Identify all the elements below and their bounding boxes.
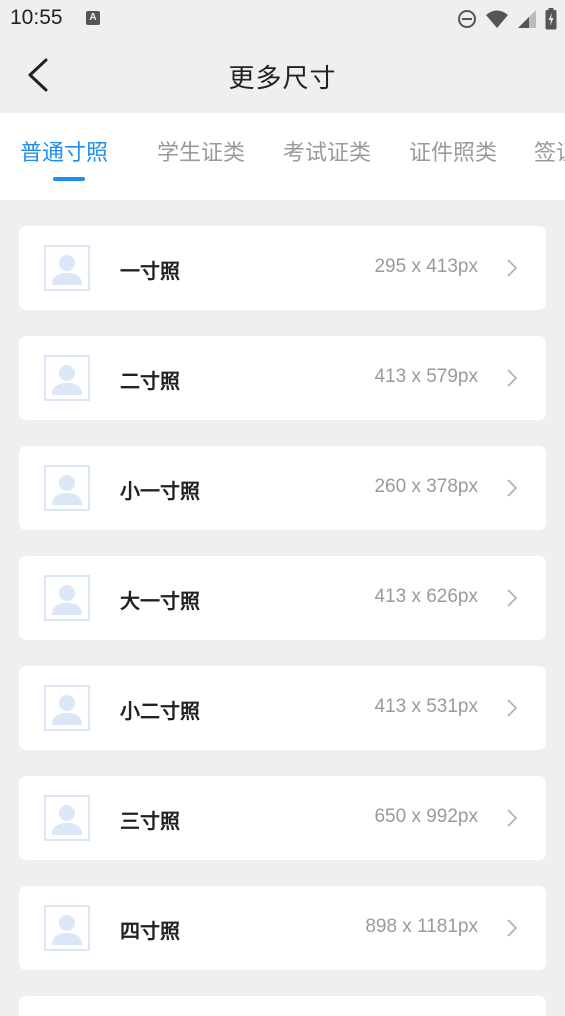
chevron-right-icon [506, 808, 518, 828]
chevron-right-icon [506, 588, 518, 608]
size-name: 大一寸照 [120, 589, 200, 613]
size-dimensions: 413 x 579px [374, 366, 478, 387]
size-dimensions: 650 x 992px [374, 806, 478, 827]
status-icons [457, 8, 557, 30]
size-dimensions: 295 x 413px [374, 256, 478, 277]
size-dimensions: 413 x 531px [374, 696, 478, 717]
portrait-placeholder-icon [44, 575, 90, 621]
wifi-icon [485, 9, 509, 29]
size-name: 小二寸照 [120, 699, 200, 723]
notification-icon: A [86, 11, 100, 25]
list-item[interactable]: 一寸照 295 x 413px [19, 226, 546, 310]
portrait-placeholder-icon [44, 245, 90, 291]
tab-id-photo[interactable]: 证件照类 [409, 135, 497, 167]
tab-visa[interactable]: 签证 [534, 135, 565, 167]
size-dimensions: 898 x 1181px [365, 916, 478, 937]
category-tabs: 普通寸照 学生证类 考试证类 证件照类 签证 [0, 113, 565, 200]
size-name: 小一寸照 [120, 479, 200, 503]
size-dimensions: 413 x 626px [374, 586, 478, 607]
do-not-disturb-icon [457, 9, 477, 29]
tab-indicator [53, 177, 85, 181]
size-name: 四寸照 [120, 919, 180, 943]
size-name: 一寸照 [120, 259, 180, 283]
list-item[interactable]: 二寸照 413 x 579px [19, 336, 546, 420]
battery-icon [545, 8, 557, 30]
nav-bar: 更多尺寸 [0, 38, 565, 113]
status-bar: 10:55 A [0, 0, 565, 38]
chevron-right-icon [506, 258, 518, 278]
size-name: 三寸照 [120, 809, 180, 833]
portrait-placeholder-icon [44, 795, 90, 841]
portrait-placeholder-icon [44, 465, 90, 511]
tab-exam[interactable]: 考试证类 [283, 135, 371, 167]
list-item[interactable]: 小一寸照 260 x 378px [19, 446, 546, 530]
chevron-right-icon [506, 698, 518, 718]
tab-student-id[interactable]: 学生证类 [157, 135, 245, 167]
status-time: 10:55 [10, 6, 63, 29]
size-name: 二寸照 [120, 369, 180, 393]
tab-regular[interactable]: 普通寸照 [20, 135, 108, 167]
list-item[interactable]: 四寸照 898 x 1181px [19, 886, 546, 970]
cell-signal-icon [517, 9, 537, 29]
chevron-right-icon [506, 368, 518, 388]
portrait-placeholder-icon [44, 355, 90, 401]
portrait-placeholder-icon [44, 685, 90, 731]
chevron-right-icon [506, 918, 518, 938]
list-item[interactable]: 三寸照 650 x 992px [19, 776, 546, 860]
list-item[interactable]: 大一寸照 413 x 626px [19, 556, 546, 640]
page-title: 更多尺寸 [228, 64, 337, 94]
portrait-placeholder-icon [44, 905, 90, 951]
list-item[interactable]: 小二寸照 413 x 531px [19, 666, 546, 750]
size-dimensions: 260 x 378px [374, 476, 478, 497]
list-item-partial[interactable] [19, 996, 546, 1016]
chevron-right-icon [506, 478, 518, 498]
